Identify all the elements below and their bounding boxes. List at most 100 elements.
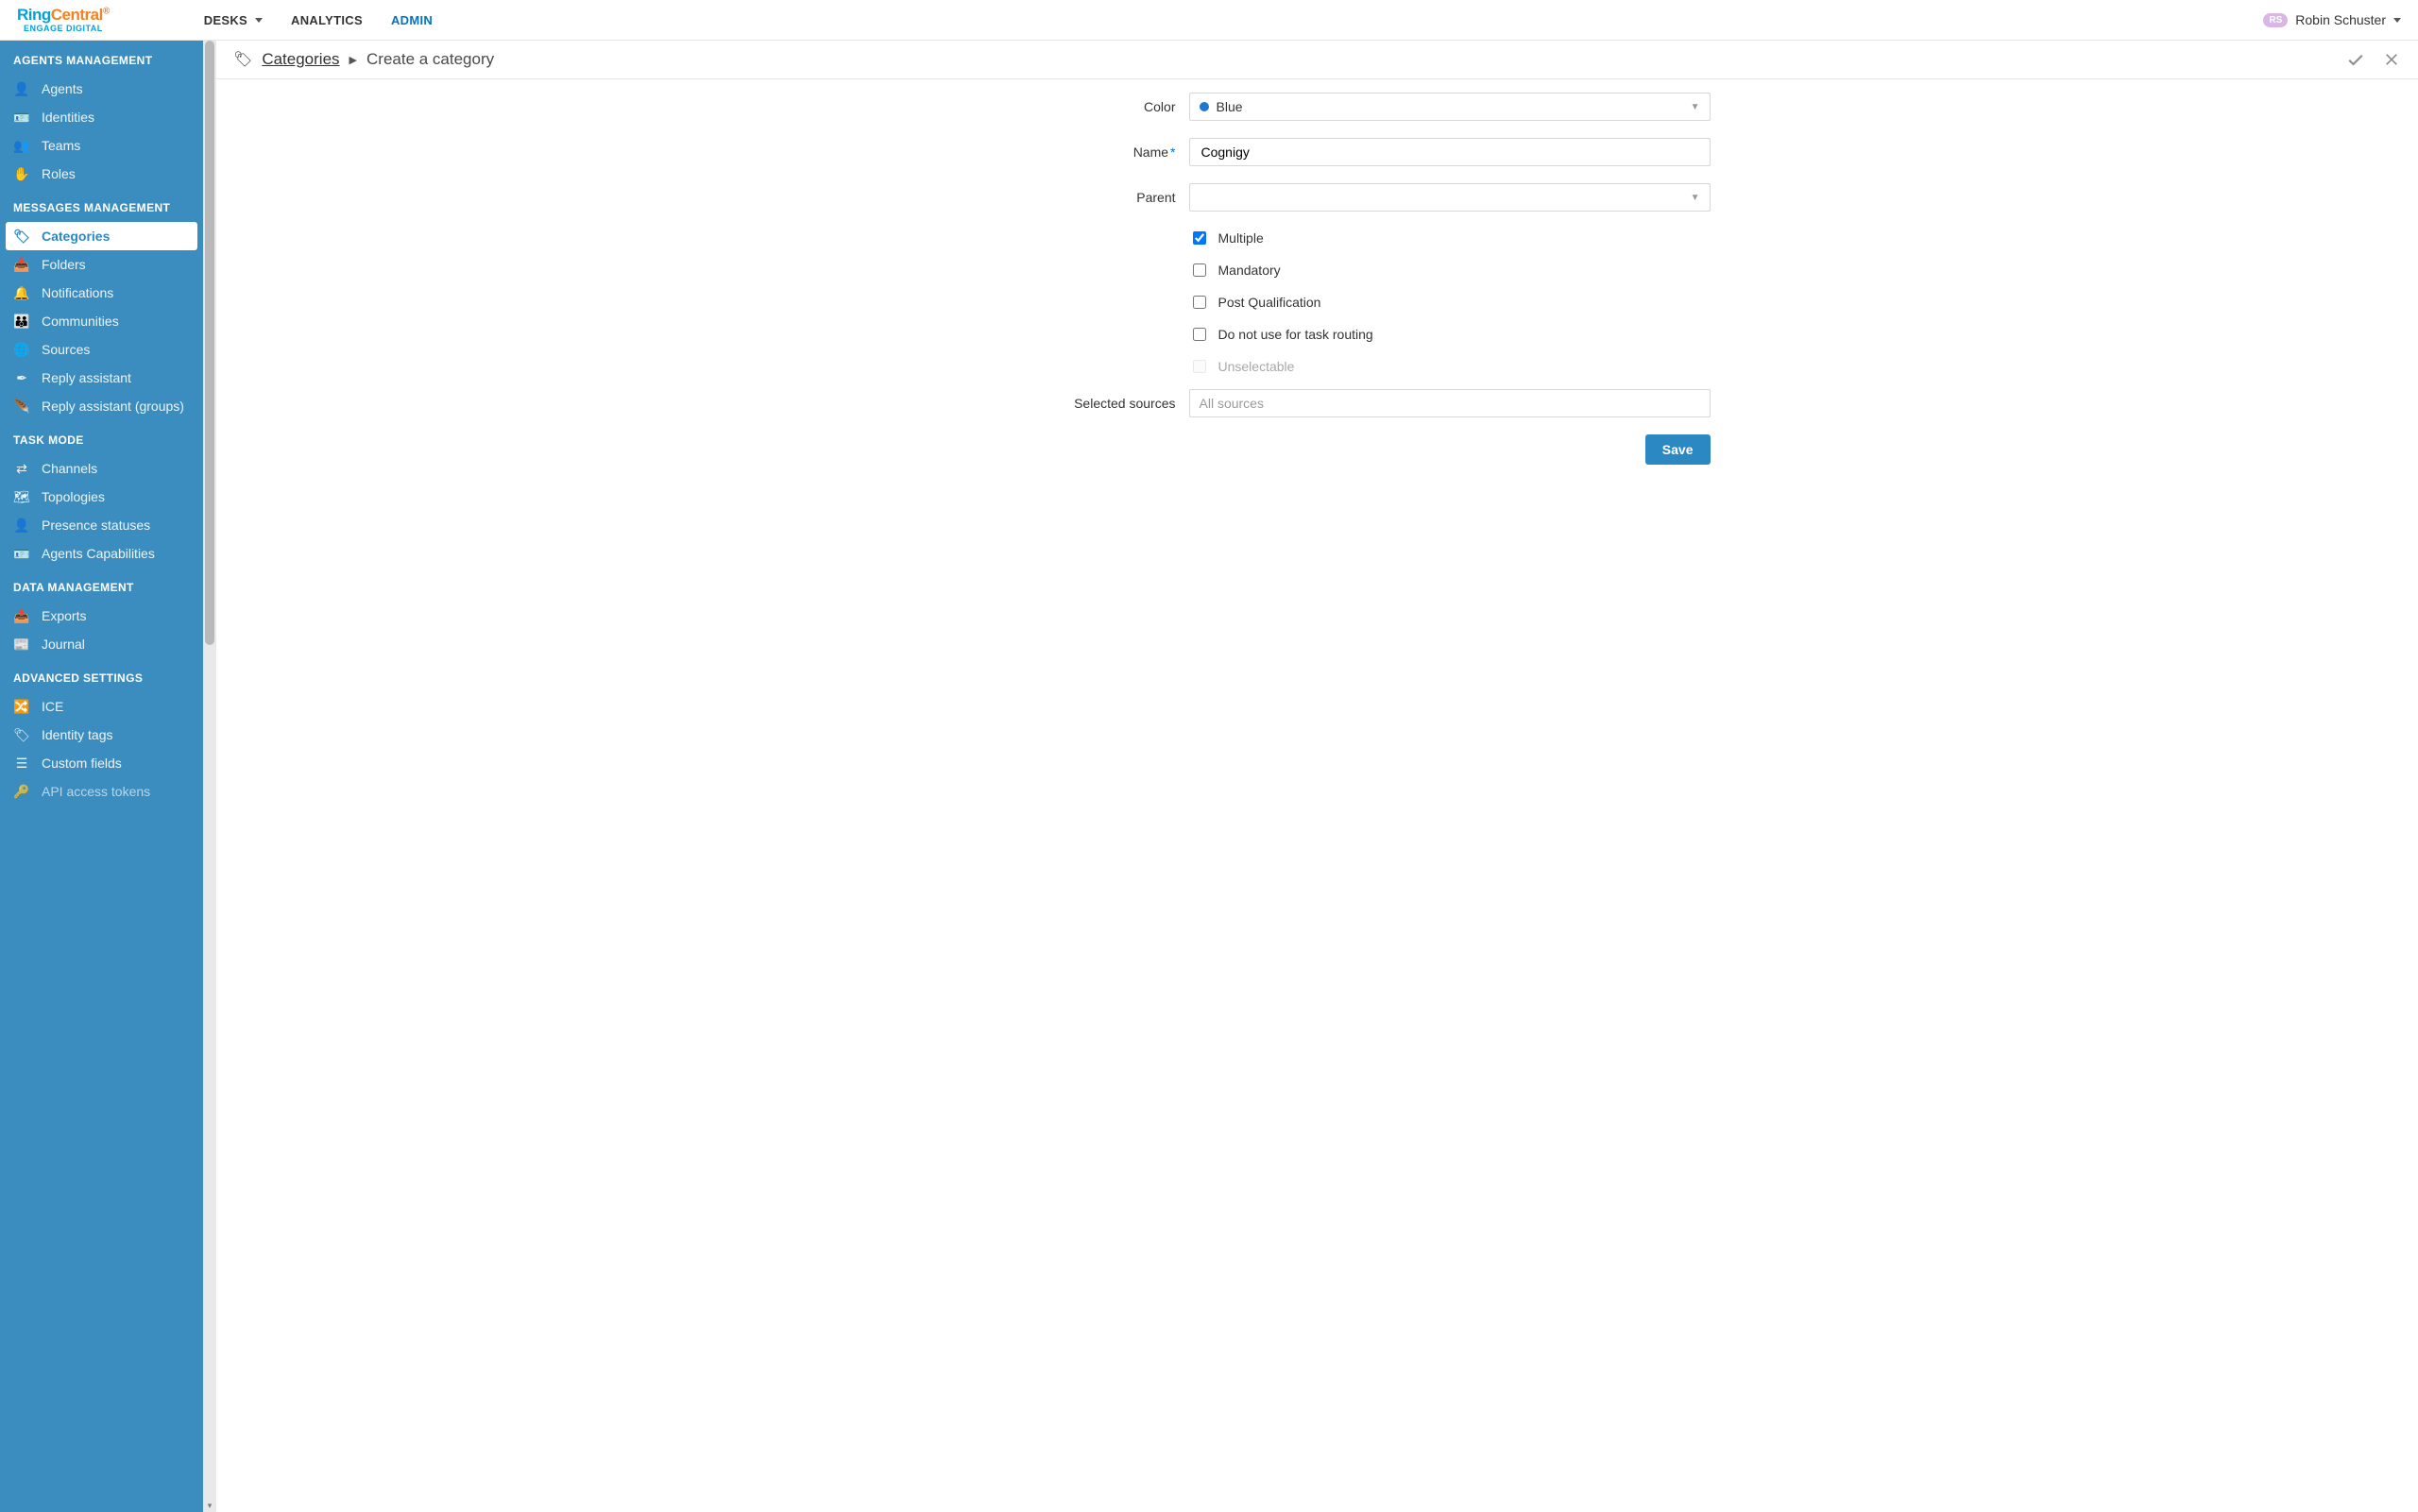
check-unselect-row: Unselectable xyxy=(1189,357,1771,376)
confirm-button[interactable] xyxy=(2346,50,2365,69)
brand-logo: RingCentral® ENGAGE DIGITAL xyxy=(17,7,110,33)
avatar: RS xyxy=(2263,13,2288,27)
check-postq-row: Post Qualification xyxy=(1189,293,1771,312)
check-mandatory[interactable] xyxy=(1193,263,1206,277)
sidebar-item-ice[interactable]: 🔀ICE xyxy=(0,692,203,721)
tags-icon: 🏷 xyxy=(13,727,30,742)
sidebar-item-notifications[interactable]: 🔔Notifications xyxy=(0,279,203,307)
chevron-down-icon: ▼ xyxy=(1691,193,1700,203)
category-form: Color Blue ▼ Name* xyxy=(864,93,1771,465)
breadcrumb-categories[interactable]: Categories xyxy=(262,50,339,69)
check-postq-label: Post Qualification xyxy=(1218,295,1321,310)
check-multiple[interactable] xyxy=(1193,231,1206,245)
presence-icon: 👤 xyxy=(13,518,30,533)
sidebar-section-task: TASK MODE xyxy=(0,420,203,454)
color-dot-icon xyxy=(1200,102,1209,111)
check-multiple-label: Multiple xyxy=(1218,230,1264,246)
sidebar-item-folders[interactable]: 📥Folders xyxy=(0,250,203,279)
sidebar-item-topologies[interactable]: 🗺Topologies xyxy=(0,483,203,511)
page-header: 🏷 Categories ▶ Create a category xyxy=(216,41,2418,79)
key-icon: 🔑 xyxy=(13,784,30,799)
sidebar-item-communities[interactable]: 👪Communities xyxy=(0,307,203,335)
sidebar-item-teams[interactable]: 👥Teams xyxy=(0,131,203,160)
sidebar-section-advanced: ADVANCED SETTINGS xyxy=(0,658,203,692)
breadcrumb-current: Create a category xyxy=(366,50,494,69)
scroll-down-icon: ▾ xyxy=(205,1501,214,1510)
label-selected-sources: Selected sources xyxy=(864,396,1189,411)
sidebar: AGENTS MANAGEMENT 👤Agents 🪪Identities 👥T… xyxy=(0,41,203,1512)
hand-icon: ✋ xyxy=(13,166,30,181)
breadcrumb: 🏷 Categories ▶ Create a category xyxy=(233,50,494,69)
sidebar-item-identities[interactable]: 🪪Identities xyxy=(0,103,203,131)
export-icon: 📤 xyxy=(13,608,30,623)
nav-analytics[interactable]: ANALYTICS xyxy=(291,13,363,27)
check-noroute-row: Do not use for task routing xyxy=(1189,325,1771,344)
bell-icon: 🔔 xyxy=(13,285,30,300)
check-multiple-row: Multiple xyxy=(1189,229,1771,247)
inbox-icon: 📥 xyxy=(13,257,30,272)
id-card-icon: 🪪 xyxy=(13,110,30,125)
sidebar-item-reply-assistant-groups[interactable]: 🪶Reply assistant (groups) xyxy=(0,392,203,420)
main: 🏷 Categories ▶ Create a category Color xyxy=(216,41,2418,1512)
selected-sources-placeholder: All sources xyxy=(1200,396,1264,411)
name-input[interactable] xyxy=(1200,144,1700,161)
chevron-down-icon xyxy=(2393,18,2401,23)
people-icon: 👪 xyxy=(13,314,30,329)
shuffle-icon: 🔀 xyxy=(13,699,30,714)
check-post-qualification[interactable] xyxy=(1193,296,1206,309)
feather-icon: ✒ xyxy=(13,370,30,385)
cancel-button[interactable] xyxy=(2382,50,2401,69)
brand-central: Central xyxy=(51,6,103,24)
sidebar-item-api-tokens[interactable]: 🔑API access tokens xyxy=(0,777,203,806)
check-unselect-label: Unselectable xyxy=(1218,359,1295,374)
required-marker: * xyxy=(1170,144,1175,160)
feathers-icon: 🪶 xyxy=(13,399,30,414)
sidebar-scrollbar[interactable]: ▾ xyxy=(203,41,216,1512)
journal-icon: 📰 xyxy=(13,637,30,652)
sidebar-item-roles[interactable]: ✋Roles xyxy=(0,160,203,188)
chevron-right-icon: ▶ xyxy=(349,54,357,66)
sidebar-item-sources[interactable]: 🌐Sources xyxy=(0,335,203,364)
sidebar-section-agents: AGENTS MANAGEMENT xyxy=(0,41,203,75)
exchange-icon: ⇄ xyxy=(13,461,30,476)
user-menu[interactable]: RS Robin Schuster xyxy=(2263,12,2401,27)
list-icon: ☰ xyxy=(13,756,30,771)
globe-icon: 🌐 xyxy=(13,342,30,357)
sidebar-item-presence[interactable]: 👤Presence statuses xyxy=(0,511,203,539)
sidebar-item-journal[interactable]: 📰Journal xyxy=(0,630,203,658)
sidebar-item-reply-assistant[interactable]: ✒Reply assistant xyxy=(0,364,203,392)
check-unselectable xyxy=(1193,360,1206,373)
nav-desks[interactable]: DESKS xyxy=(204,13,263,27)
top-nav: DESKS ANALYTICS ADMIN xyxy=(204,13,433,27)
sidebar-item-channels[interactable]: ⇄Channels xyxy=(0,454,203,483)
selected-sources-select[interactable]: All sources xyxy=(1189,389,1711,417)
brand-ring: Ring xyxy=(17,6,51,24)
tag-icon: 🏷 xyxy=(13,229,30,244)
parent-select[interactable]: ▼ xyxy=(1189,183,1711,212)
user-icon: 👤 xyxy=(13,81,30,96)
sidebar-item-agent-capabilities[interactable]: 🪪Agents Capabilities xyxy=(0,539,203,568)
sitemap-icon: 🗺 xyxy=(13,489,30,504)
sidebar-item-identity-tags[interactable]: 🏷Identity tags xyxy=(0,721,203,749)
brand-subtitle: ENGAGE DIGITAL xyxy=(24,25,103,33)
chevron-down-icon: ▼ xyxy=(1691,102,1700,112)
check-noroute-label: Do not use for task routing xyxy=(1218,327,1373,342)
sidebar-item-categories[interactable]: 🏷Categories xyxy=(6,222,197,250)
label-parent: Parent xyxy=(864,190,1189,205)
badge-icon: 🪪 xyxy=(13,546,30,561)
chevron-down-icon xyxy=(255,18,263,23)
sidebar-item-exports[interactable]: 📤Exports xyxy=(0,602,203,630)
tag-icon: 🏷 xyxy=(233,50,252,69)
nav-admin[interactable]: ADMIN xyxy=(391,13,433,27)
sidebar-item-custom-fields[interactable]: ☰Custom fields xyxy=(0,749,203,777)
sidebar-section-data: DATA MANAGEMENT xyxy=(0,568,203,602)
label-name: Name xyxy=(1133,144,1168,160)
check-no-route[interactable] xyxy=(1193,328,1206,341)
color-select[interactable]: Blue ▼ xyxy=(1189,93,1711,121)
label-color: Color xyxy=(864,99,1189,114)
sidebar-item-agents[interactable]: 👤Agents xyxy=(0,75,203,103)
sidebar-section-messages: MESSAGES MANAGEMENT xyxy=(0,188,203,222)
save-button[interactable]: Save xyxy=(1645,434,1711,465)
check-mandatory-label: Mandatory xyxy=(1218,263,1281,278)
color-value: Blue xyxy=(1217,99,1243,114)
